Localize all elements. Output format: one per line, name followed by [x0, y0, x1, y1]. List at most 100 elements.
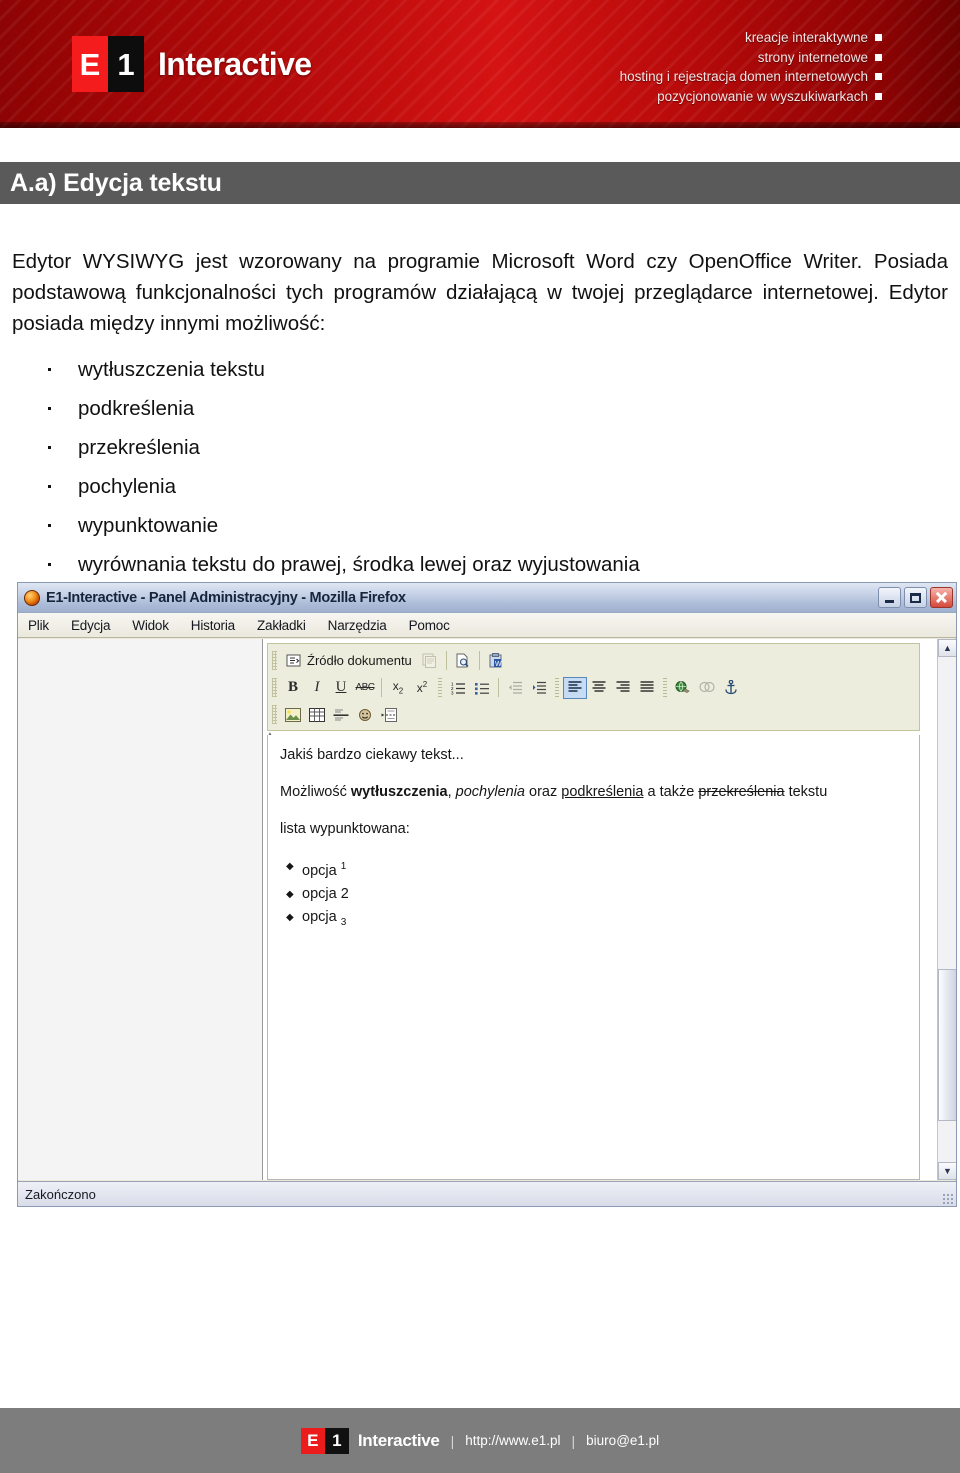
browser-menubar: Plik Edycja Widok Historia Zakładki Narz… [18, 613, 956, 638]
page-title: A.a) Edycja tekstu [10, 168, 222, 197]
toolbar-row-3 [270, 701, 917, 728]
window-titlebar[interactable]: E1-Interactive - Panel Administracyjny -… [18, 583, 956, 613]
toolbar-row-1: Źródło dokumentu W [270, 647, 917, 674]
status-text: Zakończono [25, 1186, 96, 1202]
align-center-icon[interactable] [587, 677, 611, 699]
superscript-icon[interactable]: x2 [410, 677, 434, 699]
logo-letter-e: E [72, 36, 108, 92]
toolbar-grip[interactable] [272, 651, 277, 670]
page-break-icon[interactable] [377, 704, 401, 726]
subscript-icon[interactable]: x2 [386, 677, 410, 699]
logo-wordmark: Interactive [158, 45, 312, 82]
footer-email-link[interactable]: biuro@e1.pl [586, 1433, 659, 1448]
image-icon[interactable] [281, 704, 305, 726]
toolbar-separator [498, 678, 499, 697]
sidebar-panel [18, 639, 263, 1180]
paste-from-word-icon[interactable]: W [484, 650, 508, 672]
scrollbar-thumb[interactable] [938, 969, 956, 1121]
tagline-item: kreacje interaktywne [620, 28, 882, 48]
menu-zakladki[interactable]: Zakładki [257, 618, 306, 633]
menu-pomoc[interactable]: Pomoc [409, 618, 450, 633]
source-icon[interactable] [281, 650, 305, 672]
tagline-text: hosting i rejestracja domen internetowyc… [619, 69, 868, 84]
text-fragment: oraz [525, 784, 562, 800]
bullet-square-icon [875, 53, 882, 61]
superscript-text: 1 [340, 861, 347, 872]
toolbar-separator [478, 651, 480, 670]
tagline-item: strony internetowe [620, 48, 882, 68]
underline-fragment: podkreślenia [561, 784, 644, 800]
underline-icon[interactable]: U [329, 677, 353, 699]
smiley-icon[interactable] [353, 704, 377, 726]
svg-text:W: W [495, 661, 502, 668]
bullet-square-icon [875, 92, 882, 100]
toolbar-grip[interactable] [272, 678, 277, 697]
footer-logo: E 1 Interactive [300, 1427, 440, 1454]
footer-separator: | [571, 1432, 576, 1449]
unlink-icon[interactable] [695, 677, 719, 699]
document-body: A.a) Edycja tekstu Edytor WYSIWYG jest w… [0, 162, 960, 577]
table-icon[interactable] [305, 704, 329, 726]
text-fragment: , [447, 784, 456, 800]
banner-taglines: kreacje interaktywne strony internetowe … [620, 28, 882, 106]
preview-icon[interactable] [451, 650, 475, 672]
menu-widok[interactable]: Widok [132, 618, 169, 633]
list-item: wyrównania tekstu do prawej, środka lewe… [0, 552, 960, 577]
subscript-text: 3 [340, 916, 347, 928]
bold-icon[interactable]: B [281, 677, 305, 699]
scroll-down-button[interactable]: ▼ [938, 1162, 956, 1180]
page-content-area: E1-Interactive - Panel Administracyjny -… [263, 639, 956, 1180]
firefox-icon [24, 589, 40, 606]
window-controls [878, 587, 953, 608]
bulleted-list-icon[interactable] [470, 677, 494, 699]
align-right-icon[interactable] [611, 677, 635, 699]
toolbar-grip[interactable] [272, 705, 277, 724]
templates-icon[interactable] [418, 650, 442, 672]
tagline-item: hosting i rejestracja domen internetowyc… [620, 67, 882, 87]
horizontal-rule-icon[interactable] [329, 704, 353, 726]
align-left-icon[interactable] [563, 676, 587, 699]
align-justify-icon[interactable] [635, 677, 659, 699]
browser-viewport: E1-Interactive - Panel Administracyjny -… [18, 639, 956, 1180]
link-icon[interactable] [671, 677, 695, 699]
resize-grip-icon[interactable] [942, 1193, 953, 1204]
list-item: podkreślenia [0, 396, 960, 421]
screenshot-figure: E1-Interactive - Panel Administracyjny -… [12, 582, 957, 1216]
editor-line-2: Możliwość wytłuszczenia, pochylenia oraz… [280, 782, 907, 803]
vertical-scrollbar[interactable]: ▲ ▼ [937, 639, 956, 1180]
editor-content-area[interactable]: Jakiś bardzo ciekawy tekst... Możliwość … [267, 735, 920, 1180]
footer-logo-letter-e: E [300, 1427, 325, 1454]
maximize-button[interactable] [904, 587, 927, 608]
menu-plik[interactable]: Plik [28, 618, 49, 633]
minimize-button[interactable] [878, 587, 901, 608]
bold-fragment: wytłuszczenia [350, 784, 448, 800]
list-item-text: opcja [302, 862, 341, 879]
numbered-list-icon[interactable]: 123 [446, 677, 470, 699]
outdent-icon[interactable] [503, 677, 527, 699]
list-item-text: opcja [302, 908, 341, 925]
menu-narzedzia[interactable]: Narzędzia [328, 618, 387, 633]
list-item: opcja 2 [286, 884, 907, 905]
menu-edycja[interactable]: Edycja [71, 618, 111, 633]
strikethrough-fragment: przekreślenia [698, 784, 785, 800]
menu-historia[interactable]: Historia [191, 618, 235, 633]
anchor-icon[interactable] [719, 677, 743, 699]
text-fragment: tekstu [784, 784, 828, 800]
source-button-label[interactable]: Źródło dokumentu [305, 653, 418, 668]
wysiwyg-editor: Źródło dokumentu W B I U ABC x2 x2 1 2 3… [265, 643, 920, 1180]
toolbar-separator [445, 651, 447, 670]
brand-logo: E 1 Interactive [72, 36, 312, 92]
list-item: wypunktowanie [0, 513, 960, 538]
footer-website-link[interactable]: http://www.e1.pl [465, 1433, 560, 1448]
strikethrough-icon[interactable]: ABC [353, 677, 377, 699]
close-button[interactable] [930, 587, 953, 608]
indent-icon[interactable] [527, 677, 551, 699]
toolbar-dotted-separator [555, 678, 559, 697]
window-title: E1-Interactive - Panel Administracyjny -… [46, 589, 406, 606]
scroll-up-button[interactable]: ▲ [938, 639, 956, 657]
footer-logo-wordmark: Interactive [357, 1430, 440, 1450]
section-heading-band: A.a) Edycja tekstu [0, 162, 960, 204]
list-item: przekreślenia [0, 435, 960, 460]
text-fragment: a także [643, 784, 699, 800]
italic-icon[interactable]: I [305, 677, 329, 699]
